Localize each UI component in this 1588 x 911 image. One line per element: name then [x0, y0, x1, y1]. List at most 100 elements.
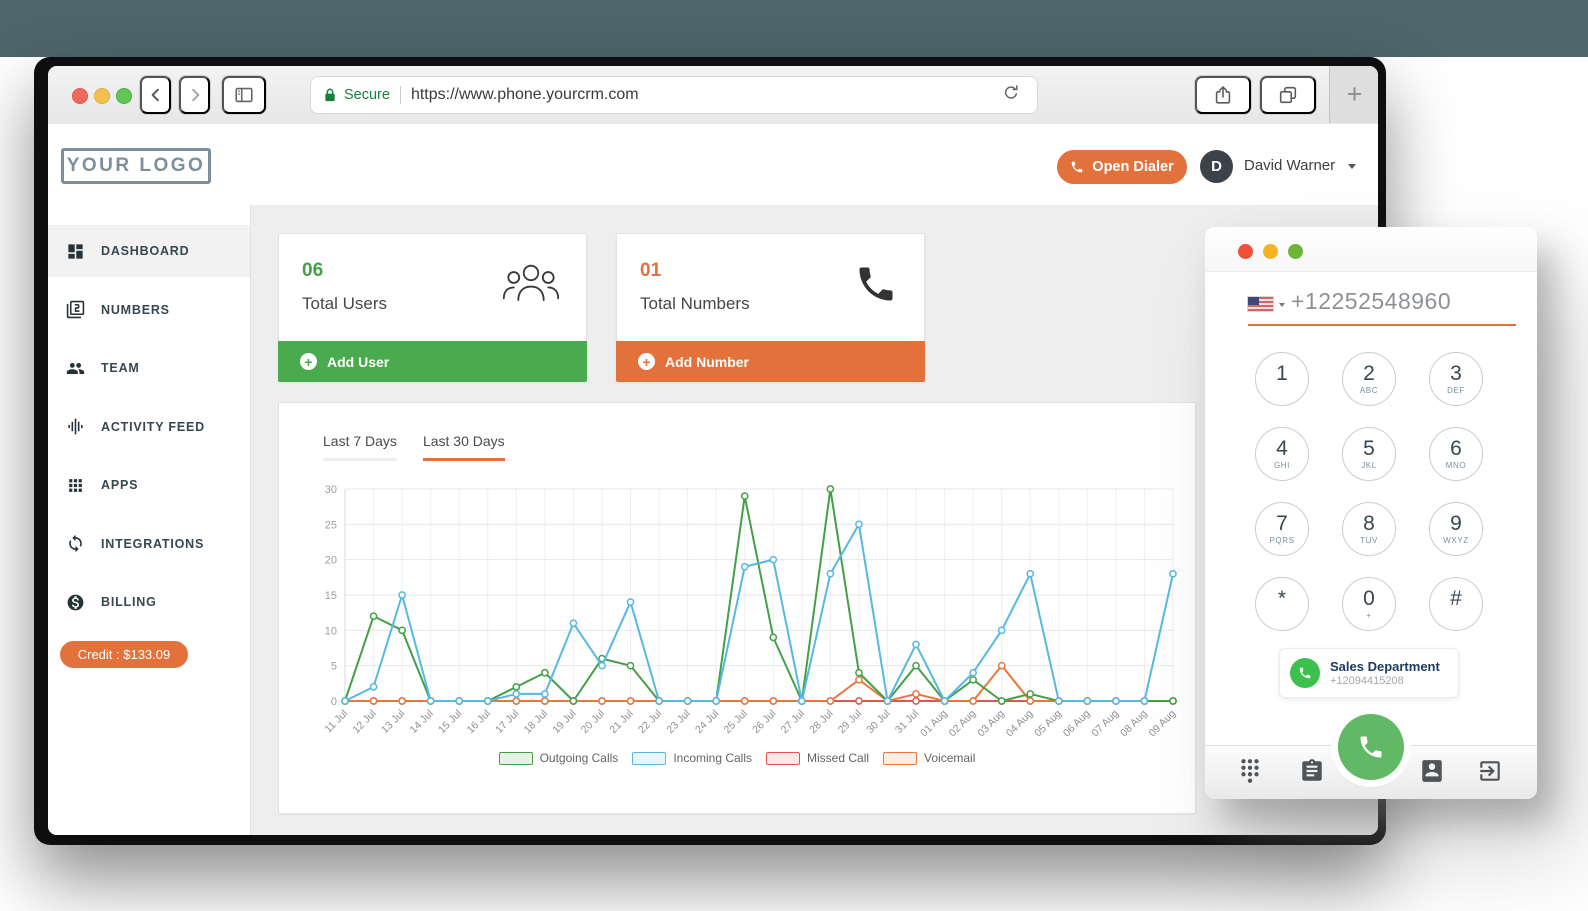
browser-toolbar: Secure https://www.phone.yourcrm.com +: [48, 66, 1378, 125]
tab-last-30-days[interactable]: Last 30 Days: [423, 433, 505, 461]
new-tab-button[interactable]: +: [1329, 66, 1378, 123]
contacts-icon[interactable]: [1419, 758, 1445, 784]
add-user-button[interactable]: + Add User: [278, 341, 587, 382]
sidebar-item-integrations[interactable]: INTEGRATIONS: [48, 518, 250, 570]
legend-item-outgoing-calls[interactable]: Outgoing Calls: [499, 751, 619, 765]
dial-key-2[interactable]: 2ABC: [1342, 352, 1396, 406]
total-numbers-label: Total Numbers: [640, 294, 750, 314]
add-user-label: Add User: [327, 354, 389, 370]
svg-text:04 Aug: 04 Aug: [1004, 708, 1036, 740]
dial-key-7[interactable]: 7PQRS: [1255, 502, 1309, 556]
address-bar[interactable]: Secure https://www.phone.yourcrm.com: [311, 77, 1037, 113]
sidebar-item-numbers[interactable]: NUMBERS: [48, 284, 250, 336]
chevron-down-icon[interactable]: [1279, 303, 1285, 307]
tab-last-7-days[interactable]: Last 7 Days: [323, 433, 397, 461]
chevron-right-icon: [186, 86, 204, 104]
sidebar-item-billing[interactable]: BILLING: [48, 576, 250, 628]
minimize-window-button[interactable]: [1263, 244, 1278, 259]
svg-text:15: 15: [325, 590, 337, 602]
phone-icon: [854, 262, 898, 306]
calls-chart-card: Last 7 Days Last 30 Days 05101520253011 …: [278, 402, 1196, 814]
key-letters: WXYZ: [1443, 537, 1469, 545]
zoom-window-button[interactable]: [1288, 244, 1303, 259]
svg-text:06 Aug: 06 Aug: [1061, 708, 1093, 740]
show-tabs-button[interactable]: [1260, 76, 1316, 114]
svg-text:26 Jul: 26 Jul: [750, 708, 778, 736]
svg-text:24 Jul: 24 Jul: [693, 708, 721, 736]
close-window-button[interactable]: [72, 88, 88, 104]
total-numbers-card-body: 01 Total Numbers: [617, 234, 924, 342]
dial-key-6[interactable]: 6MNO: [1429, 427, 1483, 481]
open-dialer-button[interactable]: Open Dialer: [1057, 150, 1187, 184]
quick-dial-contact[interactable]: Sales Department +12094415208: [1279, 648, 1459, 698]
sidebar-item-apps[interactable]: APPS: [48, 459, 250, 511]
dial-key-*[interactable]: *: [1255, 577, 1309, 631]
integrations-icon: [66, 534, 85, 553]
key-digit: 1: [1276, 363, 1288, 384]
dial-key-#[interactable]: #: [1429, 577, 1483, 631]
key-letters: TUV: [1360, 537, 1378, 545]
svg-text:11 Jul: 11 Jul: [322, 708, 350, 736]
svg-text:02 Aug: 02 Aug: [947, 708, 979, 740]
key-letters: GHI: [1274, 462, 1290, 470]
dial-key-5[interactable]: 5JKL: [1342, 427, 1396, 481]
dialed-number-input[interactable]: +12252548960: [1291, 288, 1451, 315]
sidebar-item-dashboard[interactable]: DASHBOARD: [48, 225, 250, 277]
apps-icon: [66, 476, 85, 495]
dial-key-9[interactable]: 9WXYZ: [1429, 502, 1483, 556]
dial-key-0[interactable]: 0+: [1342, 577, 1396, 631]
call-log-icon[interactable]: [1299, 758, 1325, 784]
chevron-down-icon[interactable]: [1348, 164, 1356, 169]
call-icon: [1357, 733, 1385, 761]
avatar[interactable]: D: [1200, 150, 1233, 183]
call-button[interactable]: [1338, 714, 1404, 780]
dial-key-8[interactable]: 8TUV: [1342, 502, 1396, 556]
svg-text:05 Aug: 05 Aug: [1032, 708, 1064, 740]
sidebar-toggle-button[interactable]: [222, 76, 266, 114]
exit-icon[interactable]: [1477, 758, 1503, 784]
total-numbers-value: 01: [640, 260, 661, 282]
minimize-window-button[interactable]: [94, 88, 110, 104]
zoom-window-button[interactable]: [116, 88, 132, 104]
key-digit: 5: [1363, 438, 1375, 459]
legend-item-voicemail[interactable]: Voicemail: [883, 751, 975, 765]
chart-tabs: Last 7 Days Last 30 Days: [323, 433, 505, 461]
svg-text:27 Jul: 27 Jul: [779, 708, 807, 736]
legend-swatch: [883, 752, 917, 765]
dialpad-icon[interactable]: [1237, 758, 1263, 784]
key-letters: MNO: [1446, 462, 1466, 470]
svg-text:20: 20: [325, 555, 337, 567]
back-button[interactable]: [140, 76, 171, 114]
users-group-icon: [502, 262, 560, 302]
url-text: https://www.phone.yourcrm.com: [411, 86, 1001, 104]
dial-key-4[interactable]: 4 GHI: [1255, 427, 1309, 481]
legend-item-incoming-calls[interactable]: Incoming Calls: [632, 751, 752, 765]
total-users-card: 06 Total Users + Add User: [278, 233, 587, 382]
forward-button[interactable]: [179, 76, 210, 114]
user-menu[interactable]: David Warner: [1244, 157, 1335, 174]
add-number-button[interactable]: + Add Number: [616, 341, 925, 382]
legend-item-missed-call[interactable]: Missed Call: [766, 751, 869, 765]
dial-key-3[interactable]: 3DEF: [1429, 352, 1483, 406]
sidebar-item-team[interactable]: TEAM: [48, 342, 250, 394]
refresh-button[interactable]: [1001, 83, 1025, 107]
svg-text:31 Jul: 31 Jul: [893, 708, 921, 736]
svg-text:15 Jul: 15 Jul: [436, 708, 464, 736]
svg-text:12 Jul: 12 Jul: [350, 708, 378, 736]
us-flag-icon[interactable]: [1248, 297, 1273, 311]
app-body: DASHBOARD NUMBERS TEAM ACTIVITY FEED APPS INT…: [48, 205, 1378, 835]
close-window-button[interactable]: [1238, 244, 1253, 259]
svg-text:14 Jul: 14 Jul: [407, 708, 435, 736]
sidebar-item-activity-feed[interactable]: ACTIVITY FEED: [48, 401, 250, 453]
dial-key-1[interactable]: 1: [1255, 352, 1309, 406]
tabs-icon: [1277, 84, 1299, 106]
svg-text:10: 10: [325, 625, 337, 637]
key-digit: 7: [1276, 513, 1288, 534]
key-digit: 4: [1276, 438, 1288, 459]
svg-text:29 Jul: 29 Jul: [836, 708, 864, 736]
dialer-titlebar: [1205, 227, 1537, 272]
key-letters: +: [1366, 612, 1371, 620]
share-button[interactable]: [1195, 76, 1251, 114]
sidebar-item-label: INTEGRATIONS: [101, 537, 204, 551]
quick-dial-text: Sales Department +12094415208: [1330, 659, 1440, 687]
